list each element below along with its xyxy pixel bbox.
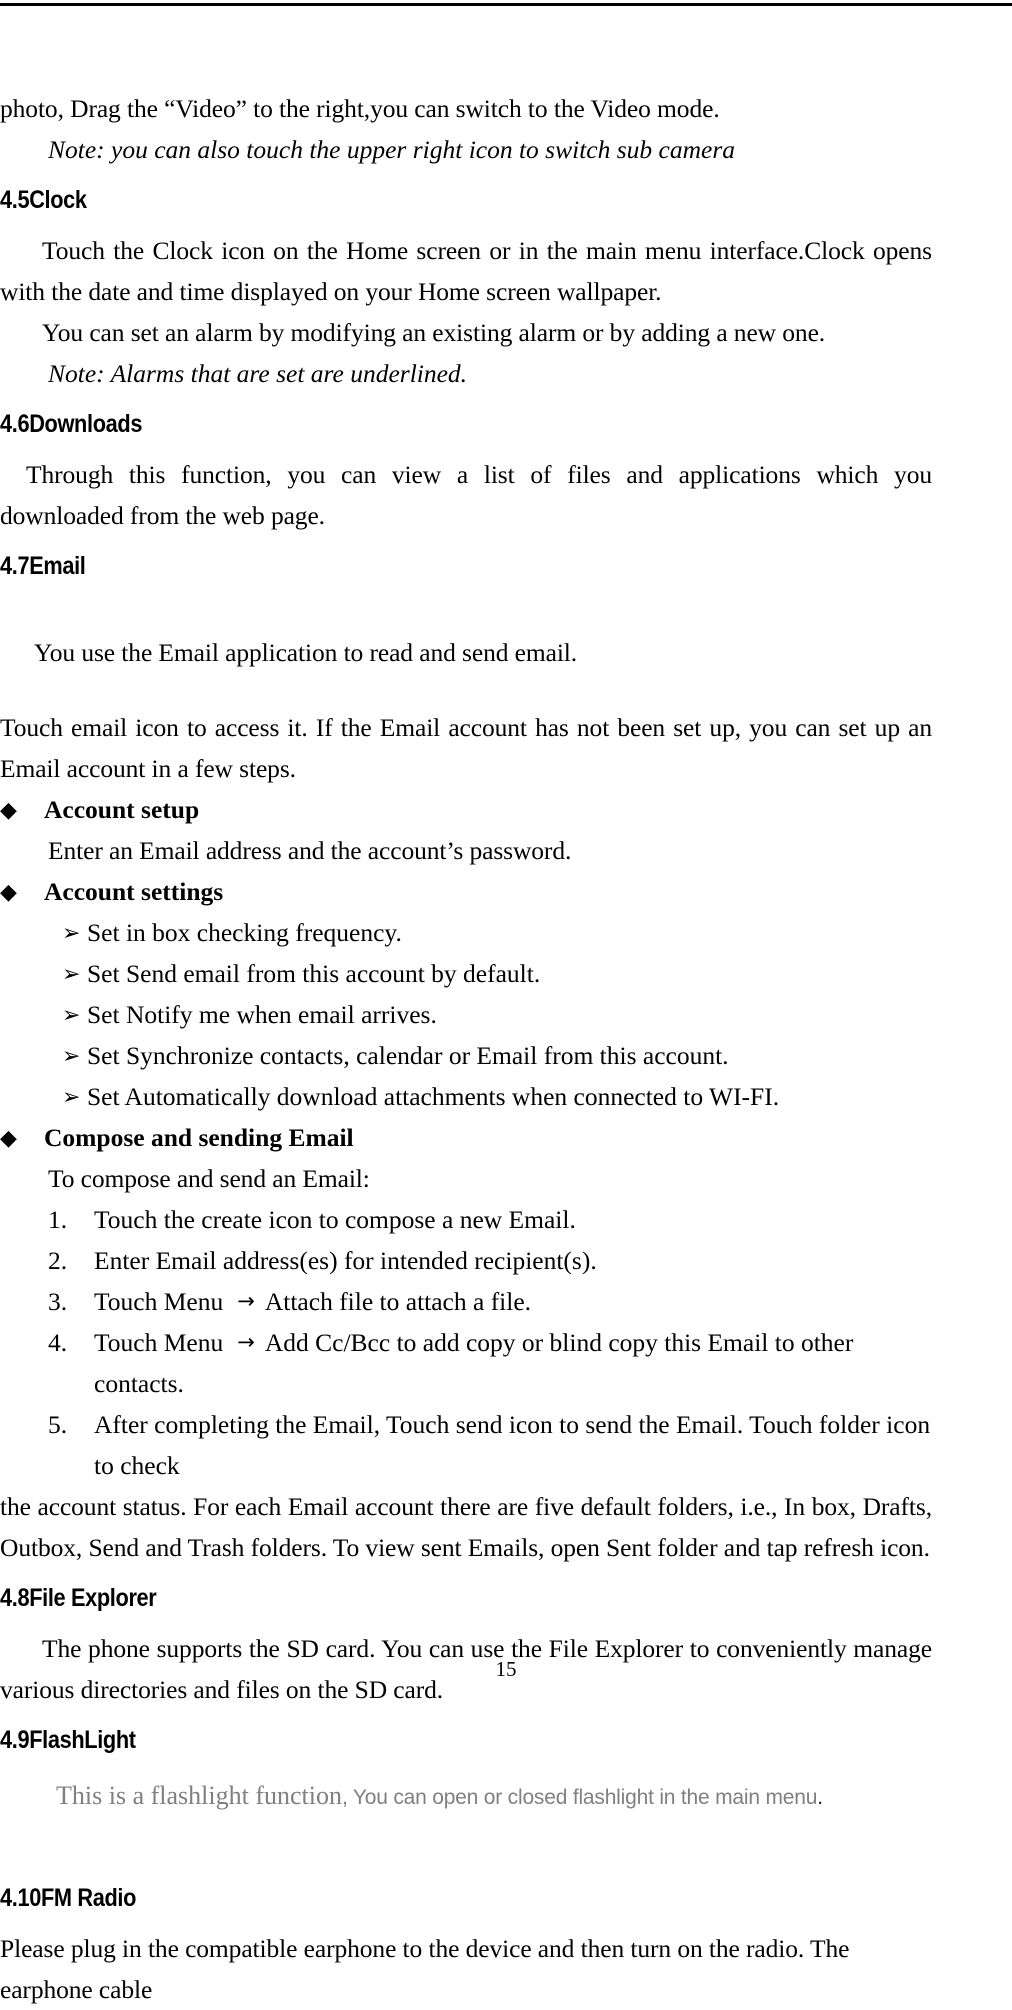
numbered-step: 2. Enter Email address(es) for intended … xyxy=(0,1240,932,1281)
step-number: 3. xyxy=(48,1287,68,1316)
email-paragraph-1: You use the Email application to read an… xyxy=(34,638,578,667)
flashlight-end-punct: . xyxy=(817,1786,824,1809)
sub-bullet-label: Set Automatically download attachments w… xyxy=(87,1082,780,1111)
email-paragraph-2: Touch email icon to access it. If the Em… xyxy=(0,713,932,783)
header-rule xyxy=(0,3,1012,6)
page-number: 15 xyxy=(495,1657,517,1681)
bullet-compose-email: ◆ Compose and sending Email xyxy=(0,1117,932,1158)
intro-note: Note: you can also touch the upper right… xyxy=(48,135,735,164)
bullet-account-setup: ◆ Account setup xyxy=(0,789,932,830)
bullet-account-settings: ◆ Account settings xyxy=(0,871,932,912)
diamond-icon: ◆ xyxy=(0,879,17,904)
sub-bullet-item: ➢ Set in box checking frequency. xyxy=(0,912,932,953)
sub-bullet-label: Set Synchronize contacts, calendar or Em… xyxy=(87,1041,729,1070)
sub-bullet-item: ➢ Set Notify me when email arrives. xyxy=(0,994,932,1035)
bullet-title: Account settings xyxy=(44,877,224,906)
clock-note: Note: Alarms that are set are underlined… xyxy=(48,359,468,388)
heading-email: 4.7Email xyxy=(0,552,86,580)
downloads-paragraph-1: Through this function, you can view a li… xyxy=(0,460,932,530)
numbered-step: 4. Touch Menu → Add Cc/Bcc to add copy or … xyxy=(0,1322,932,1404)
flashlight-sans-text: , You can open or closed flashlight in t… xyxy=(341,1786,818,1809)
step-number: 2. xyxy=(48,1246,68,1275)
sub-bullet-item: ➢ Set Automatically download attachments… xyxy=(0,1076,932,1117)
heading-file-explorer: 4.8File Explorer xyxy=(0,1584,157,1612)
sub-bullet-label: Set Send email from this account by defa… xyxy=(87,959,541,988)
heading-clock: 4.5Clock xyxy=(0,186,87,214)
arrow-bullet-icon: ➢ xyxy=(62,920,81,945)
arrow-right-icon: → xyxy=(237,1289,255,1313)
clock-paragraph-2: You can set an alarm by modifying an exi… xyxy=(42,318,826,347)
arrow-bullet-icon: ➢ xyxy=(62,1043,81,1068)
arrow-bullet-icon: ➢ xyxy=(62,1002,81,1027)
diamond-icon: ◆ xyxy=(0,1125,17,1150)
sub-bullet-label: Set Notify me when email arrives. xyxy=(87,1000,437,1029)
fm-radio-paragraph-1: Please plug in the compatible earphone t… xyxy=(0,1934,850,2004)
arrow-bullet-icon: ➢ xyxy=(62,961,81,986)
flashlight-serif-text: This is a flashlight function xyxy=(56,1781,342,1810)
bullet-title: Compose and sending Email xyxy=(44,1123,354,1152)
document-page: photo, Drag the “Video” to the right,you… xyxy=(0,0,1012,2004)
intro-paragraph: photo, Drag the “Video” to the right,you… xyxy=(0,94,720,123)
heading-flashlight: 4.9FlashLight xyxy=(0,1726,136,1754)
step-text: Touch the create icon to compose a new E… xyxy=(94,1205,576,1234)
step-number: 1. xyxy=(48,1205,68,1234)
compose-intro-line: To compose and send an Email: xyxy=(48,1164,370,1193)
sub-bullet-item: ➢ Set Send email from this account by de… xyxy=(0,953,932,994)
step-text-pre: Touch Menu xyxy=(94,1287,224,1316)
step-text: Enter Email address(es) for intended rec… xyxy=(94,1246,597,1275)
heading-fm-radio: 4.10FM Radio xyxy=(0,1884,137,1912)
page-content: photo, Drag the “Video” to the right,you… xyxy=(0,88,932,2010)
step-text-post: Attach file to attach a file. xyxy=(264,1287,532,1316)
account-setup-line: Enter an Email address and the account’s… xyxy=(48,836,572,865)
sub-bullet-item: ➢ Set Synchronize contacts, calendar or … xyxy=(0,1035,932,1076)
sub-bullet-label: Set in box checking frequency. xyxy=(87,918,402,947)
step-text: Touch Menu → Attach file to attach a file. xyxy=(94,1281,932,1322)
step-number: 4. xyxy=(48,1328,68,1357)
email-tail-paragraph: the account status. For each Email accou… xyxy=(0,1492,932,1562)
numbered-step: 5. After completing the Email, Touch sen… xyxy=(0,1404,932,1486)
diamond-icon: ◆ xyxy=(0,797,17,822)
step-text-pre: Touch Menu xyxy=(94,1328,224,1357)
step-text: Touch Menu → Add Cc/Bcc to add copy or bli… xyxy=(94,1322,932,1404)
arrow-right-icon: → xyxy=(237,1330,255,1354)
bullet-title: Account setup xyxy=(44,795,200,824)
flashlight-paragraph: This is a flashlight function, You can o… xyxy=(0,1774,932,1822)
numbered-step: 3. Touch Menu → Attach file to attach a fi… xyxy=(0,1281,932,1322)
arrow-bullet-icon: ➢ xyxy=(62,1084,81,1109)
step-text: After completing the Email, Touch send i… xyxy=(94,1410,931,1480)
heading-downloads: 4.6Downloads xyxy=(0,410,143,438)
numbered-step: 1. Touch the create icon to compose a ne… xyxy=(0,1199,932,1240)
step-number: 5. xyxy=(48,1410,68,1439)
clock-paragraph-1: Touch the Clock icon on the Home screen … xyxy=(0,236,932,306)
